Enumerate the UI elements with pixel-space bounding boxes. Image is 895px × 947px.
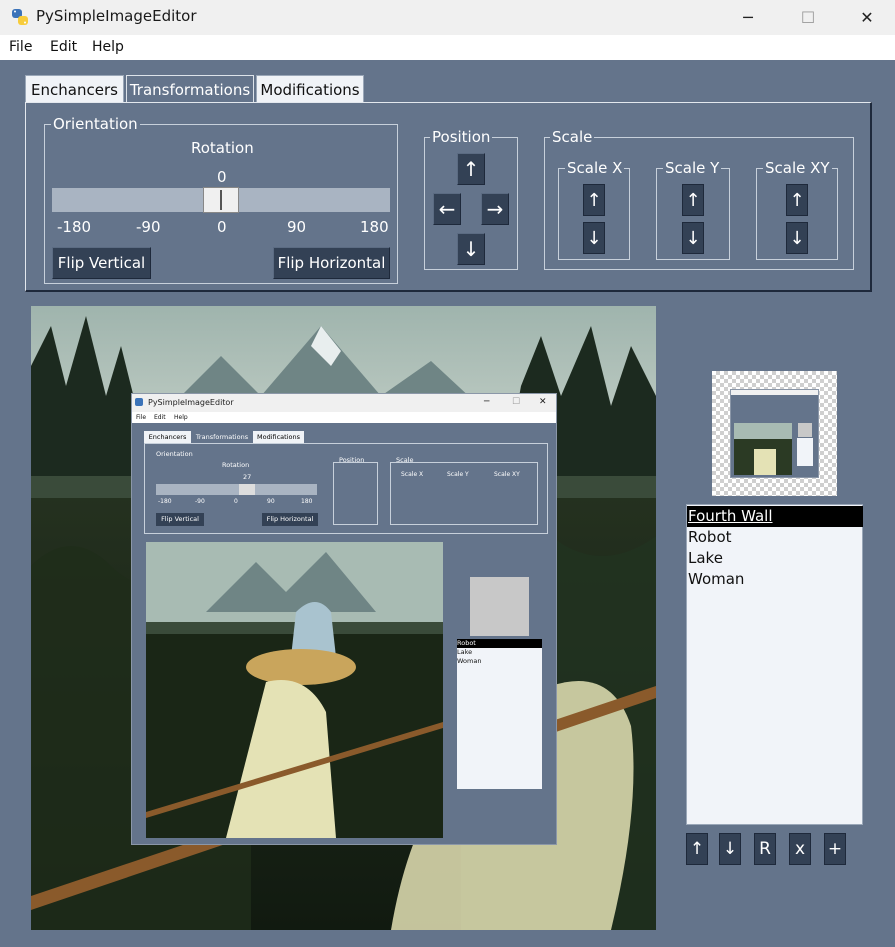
scale-frame-title: Scale xyxy=(550,128,595,146)
nested-rotation-label: Rotation xyxy=(222,461,250,469)
flip-horizontal-button[interactable]: Flip Horizontal xyxy=(273,247,390,279)
tick-label: 0 xyxy=(217,218,227,236)
layer-add-button[interactable]: + xyxy=(824,833,846,865)
nested-menu-item: Help xyxy=(174,414,188,421)
nested-minimize-icon: ─ xyxy=(484,397,490,407)
nested-maximize-icon: ☐ xyxy=(512,397,521,407)
scale-y-down-button[interactable]: ↓ xyxy=(682,222,704,254)
scale-x-title: Scale X xyxy=(565,159,625,177)
orientation-frame-title: Orientation xyxy=(51,115,140,133)
layer-item-fourth-wall[interactable]: Fourth Wall xyxy=(687,506,863,527)
scale-xy-down-button[interactable]: ↓ xyxy=(786,222,808,254)
scale-x-up-button[interactable]: ↑ xyxy=(583,184,605,216)
tab-modifications[interactable]: Modifications xyxy=(256,75,364,103)
tick-label: 90 xyxy=(287,218,307,236)
nested-listbox: Robot Lake Woman xyxy=(457,639,542,789)
nested-image xyxy=(146,542,443,838)
preview-image xyxy=(730,389,819,478)
nested-scale-xy: Scale XY xyxy=(494,471,520,478)
layer-reset-button[interactable]: R xyxy=(754,833,776,865)
nested-slider xyxy=(156,484,317,495)
menu-bar: File Edit Help xyxy=(0,35,895,60)
scale-xy-title: Scale XY xyxy=(763,159,832,177)
layer-up-button[interactable]: ↑ xyxy=(686,833,708,865)
image-canvas[interactable]: PySimpleImageEditor ─ ☐ ✕ File Edit Help… xyxy=(31,306,656,930)
layer-item-robot[interactable]: Robot xyxy=(687,527,863,548)
nested-scale-y: Scale Y xyxy=(447,471,469,478)
nested-tab: Enchancers xyxy=(144,431,191,443)
nested-tab: Modifications xyxy=(253,431,304,443)
tick-label: -180 xyxy=(57,218,92,236)
scale-x-down-button[interactable]: ↓ xyxy=(583,222,605,254)
nested-rotation-value: 27 xyxy=(243,473,252,481)
layer-listbox[interactable]: Fourth Wall Robot Lake Woman xyxy=(686,504,863,825)
app-window: PySimpleImageEditor ─ ☐ ✕ File Edit Help… xyxy=(0,0,895,947)
scale-y-up-button[interactable]: ↑ xyxy=(682,184,704,216)
move-right-button[interactable]: → xyxy=(481,193,509,225)
title-bar: PySimpleImageEditor ─ ☐ ✕ xyxy=(0,0,895,35)
move-up-button[interactable]: ↑ xyxy=(457,153,485,185)
maximize-button[interactable]: ☐ xyxy=(785,0,831,35)
nested-slider-handle xyxy=(239,484,255,495)
nested-screenshot: PySimpleImageEditor ─ ☐ ✕ File Edit Help… xyxy=(131,393,557,845)
nested-tick: 0 xyxy=(234,498,238,505)
nested-menu-item: Edit xyxy=(154,414,166,421)
rotation-label: Rotation xyxy=(191,139,254,157)
nested-orientation-title: Orientation xyxy=(156,450,193,458)
rotation-slider-handle[interactable] xyxy=(203,187,239,213)
nested-close-icon: ✕ xyxy=(539,397,547,407)
tab-enchancers[interactable]: Enchancers xyxy=(25,75,124,103)
python-app-icon xyxy=(12,9,28,25)
nested-menu-item: File xyxy=(136,414,147,421)
nested-layer-item: Robot xyxy=(457,639,542,648)
nested-layer-item: Lake xyxy=(457,648,473,656)
layer-preview xyxy=(712,371,837,496)
layer-delete-button[interactable]: x xyxy=(789,833,811,865)
minimize-button[interactable]: ─ xyxy=(725,0,771,35)
tick-label: 180 xyxy=(360,218,389,236)
nested-flip-vertical: Flip Vertical xyxy=(156,513,204,526)
menu-edit[interactable]: Edit xyxy=(50,39,77,55)
tab-transformations[interactable]: Transformations xyxy=(126,75,254,103)
nested-tick: -180 xyxy=(158,498,172,505)
nested-scale-x: Scale X xyxy=(401,471,424,478)
scale-xy-up-button[interactable]: ↑ xyxy=(786,184,808,216)
flip-vertical-button[interactable]: Flip Vertical xyxy=(52,247,151,279)
nested-preview xyxy=(470,577,529,636)
move-down-button[interactable]: ↓ xyxy=(457,233,485,265)
nested-tab: Transformations xyxy=(192,431,252,443)
nested-position-frame xyxy=(333,462,378,525)
rotation-value: 0 xyxy=(217,168,227,186)
close-button[interactable]: ✕ xyxy=(844,0,890,35)
menu-file[interactable]: File xyxy=(9,39,32,55)
nested-app-icon xyxy=(135,398,143,406)
nested-title: PySimpleImageEditor xyxy=(148,398,234,407)
nested-tick: 90 xyxy=(267,498,275,505)
scale-y-title: Scale Y xyxy=(663,159,722,177)
layer-item-woman[interactable]: Woman xyxy=(687,569,863,590)
nested-tick: 180 xyxy=(301,498,313,505)
menu-help[interactable]: Help xyxy=(92,39,124,55)
layer-down-button[interactable]: ↓ xyxy=(719,833,741,865)
layer-item-lake[interactable]: Lake xyxy=(687,548,863,569)
move-left-button[interactable]: ← xyxy=(433,193,461,225)
nested-layer-item: Woman xyxy=(457,657,482,665)
nested-tick: -90 xyxy=(195,498,205,505)
position-frame-title: Position xyxy=(430,128,493,146)
window-title: PySimpleImageEditor xyxy=(36,7,197,25)
nested-flip-horizontal: Flip Horizontal xyxy=(262,513,318,526)
tick-label: -90 xyxy=(136,218,161,236)
